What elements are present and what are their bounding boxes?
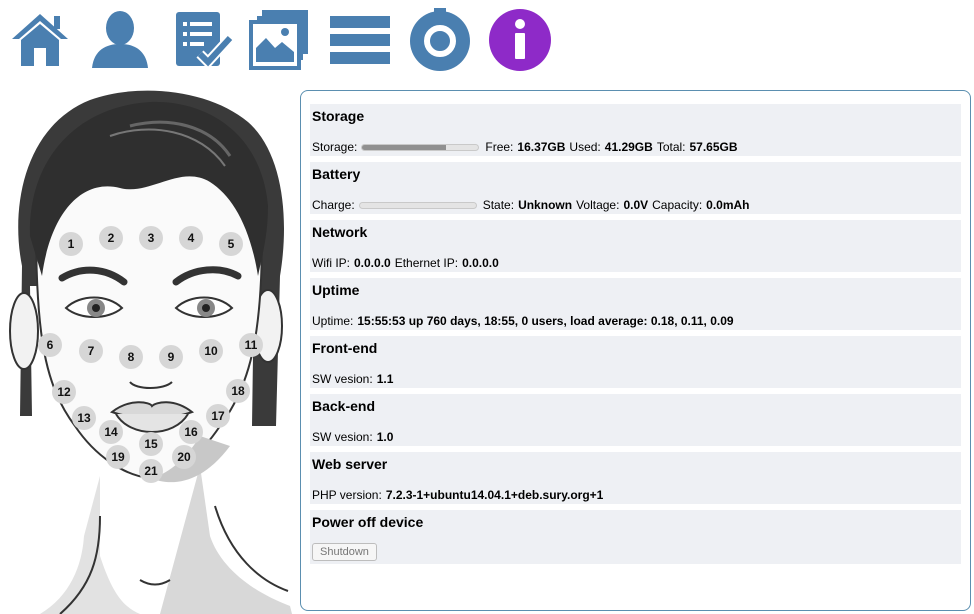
backend-version-label: SW vesion: (312, 430, 373, 444)
total-value: 57.65GB (689, 140, 738, 154)
face-zone[interactable]: 5 (219, 232, 243, 256)
face-zone[interactable]: 2 (99, 226, 123, 250)
webserver-section: Web server PHP version: 7.2.3-1+ubuntu14… (310, 452, 961, 504)
section-title: Storage (312, 108, 365, 124)
charge-progress-bar (358, 201, 477, 209)
total-label: Total: (656, 140, 686, 154)
section-title: Battery (312, 166, 361, 182)
storage-section: Storage Storage: Free: 16.37GB Used: 41.… (310, 104, 961, 156)
checklist-icon[interactable] (170, 8, 234, 72)
power-section: Power off device Shutdown (310, 510, 961, 564)
settings-icon[interactable] (408, 8, 472, 72)
storage-line: Storage: Free: 16.37GB Used: 41.29GB Tot… (312, 140, 738, 154)
face-zone[interactable]: 10 (199, 339, 223, 363)
face-zone[interactable]: 9 (159, 345, 183, 369)
section-title: Power off device (312, 514, 424, 530)
storage-progress-bar (361, 143, 480, 151)
section-title: Back-end (312, 398, 376, 414)
section-title: Network (312, 224, 368, 240)
capacity-value: 0.0mAh (706, 198, 750, 212)
voltage-label: Voltage: (576, 198, 620, 212)
face-zone[interactable]: 17 (206, 404, 230, 428)
charge-label: Charge: (312, 198, 355, 212)
uptime-line: Uptime: 15:55:53 up 760 days, 18:55, 0 u… (312, 314, 734, 328)
face-zone[interactable]: 19 (106, 445, 130, 469)
face-map: 1 2 3 4 5 6 7 8 9 10 11 12 13 14 15 16 1… (0, 86, 292, 614)
free-label: Free: (485, 140, 514, 154)
face-zone[interactable]: 8 (119, 345, 143, 369)
backend-line: SW vesion: 1.0 (312, 430, 393, 444)
face-zone[interactable]: 13 (72, 406, 96, 430)
face-zone[interactable]: 6 (38, 333, 62, 357)
face-zone[interactable]: 16 (179, 420, 203, 444)
uptime-value: 15:55:53 up 760 days, 18:55, 0 users, lo… (357, 314, 734, 328)
ethernet-ip-value: 0.0.0.0 (462, 256, 499, 270)
section-title: Front-end (312, 340, 378, 356)
storage-progress-fill (362, 144, 446, 150)
frontend-version-label: SW vesion: (312, 372, 373, 386)
webserver-line: PHP version: 7.2.3-1+ubuntu14.04.1+deb.s… (312, 488, 603, 502)
uptime-section: Uptime Uptime: 15:55:53 up 760 days, 18:… (310, 278, 961, 330)
frontend-version-value: 1.1 (376, 372, 394, 386)
php-version-value: 7.2.3-1+ubuntu14.04.1+deb.sury.org+1 (385, 488, 604, 502)
battery-line: Charge: State: Unknown Voltage: 0.0V Cap… (312, 198, 750, 212)
device-info-panel: Storage Storage: Free: 16.37GB Used: 41.… (300, 90, 971, 611)
face-zone[interactable]: 3 (139, 226, 163, 250)
gallery-icon[interactable] (248, 8, 312, 72)
info-icon[interactable] (488, 8, 552, 72)
face-zone[interactable]: 18 (226, 379, 250, 403)
face-zone[interactable]: 11 (239, 333, 263, 357)
network-section: Network Wifi IP: 0.0.0.0 Ethernet IP: 0.… (310, 220, 961, 272)
backend-version-value: 1.0 (376, 430, 394, 444)
ethernet-ip-label: Ethernet IP: (394, 256, 459, 270)
backend-section: Back-end SW vesion: 1.0 (310, 394, 961, 446)
face-zone[interactable]: 20 (172, 445, 196, 469)
frontend-line: SW vesion: 1.1 (312, 372, 393, 386)
uptime-label: Uptime: (312, 314, 354, 328)
section-title: Uptime (312, 282, 360, 298)
state-label: State: (482, 198, 515, 212)
voltage-value: 0.0V (623, 198, 649, 212)
face-zone[interactable]: 15 (139, 432, 163, 456)
home-icon[interactable] (8, 8, 72, 72)
shutdown-button[interactable]: Shutdown (312, 543, 377, 561)
frontend-section: Front-end SW vesion: 1.1 (310, 336, 961, 388)
user-icon[interactable] (88, 8, 152, 72)
face-zone[interactable]: 12 (52, 380, 76, 404)
used-value: 41.29GB (604, 140, 653, 154)
storage-label: Storage: (312, 140, 358, 154)
face-zone[interactable]: 7 (79, 339, 103, 363)
state-value: Unknown (518, 198, 573, 212)
php-version-label: PHP version: (312, 488, 382, 502)
wifi-ip-label: Wifi IP: (312, 256, 350, 270)
face-zone[interactable]: 1 (59, 232, 83, 256)
wifi-ip-value: 0.0.0.0 (354, 256, 391, 270)
capacity-label: Capacity: (652, 198, 703, 212)
section-title: Web server (312, 456, 388, 472)
face-zone[interactable]: 21 (139, 459, 163, 483)
free-value: 16.37GB (517, 140, 566, 154)
network-line: Wifi IP: 0.0.0.0 Ethernet IP: 0.0.0.0 (312, 256, 499, 270)
menu-icon[interactable] (328, 8, 392, 72)
battery-section: Battery Charge: State: Unknown Voltage: … (310, 162, 961, 214)
used-label: Used: (569, 140, 601, 154)
face-zone[interactable]: 14 (99, 420, 123, 444)
face-zone[interactable]: 4 (179, 226, 203, 250)
